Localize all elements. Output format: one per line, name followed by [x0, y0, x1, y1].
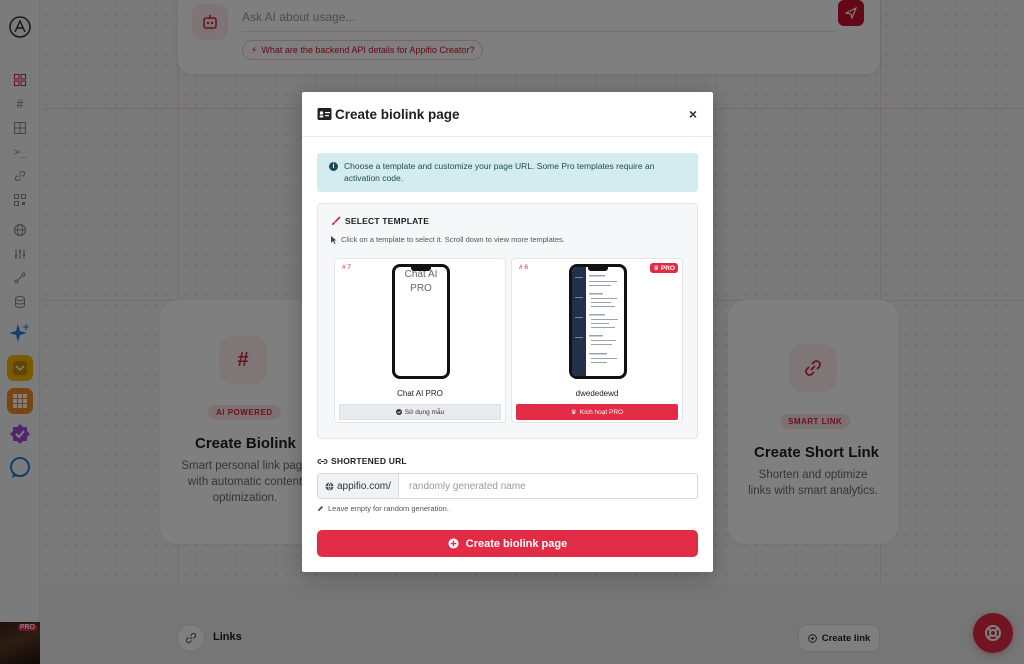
template-name: Chat AI PRO: [397, 389, 443, 398]
modal-title: Create biolink page: [335, 107, 460, 122]
preview-content: [575, 275, 618, 363]
info-icon: i: [329, 162, 338, 171]
use-template-label: Sử dụng mẫu: [404, 408, 445, 416]
url-heading-text: SHORTENED URL: [331, 456, 407, 466]
pro-badge: ♛ PRO: [650, 263, 678, 273]
template-name: dwededewd: [575, 389, 619, 398]
template-heading: SELECT TEMPLATE: [331, 216, 429, 226]
template-number: # 6: [519, 264, 529, 271]
template-card[interactable]: # 6 ♛ PRO dwededewd ♛ Kích hoạt PRO: [511, 258, 683, 423]
preview-alt-text: Chat AI PRO: [404, 269, 438, 294]
phone-notch: [588, 267, 608, 271]
template-preview: [569, 264, 627, 379]
link-icon: [317, 458, 328, 464]
url-prefix: appifio.com/: [318, 474, 399, 498]
url-hint: Leave empty for random generation.: [317, 504, 449, 513]
check-circle-icon: [395, 409, 402, 415]
globe-icon: [325, 481, 334, 491]
url-slug-input[interactable]: [400, 474, 697, 498]
template-number: # 7: [342, 264, 352, 271]
template-hint-text: Click on a template to select it. Scroll…: [341, 235, 565, 244]
url-input-group: appifio.com/: [317, 473, 698, 499]
activate-pro-label: Kích hoạt PRO: [579, 408, 624, 416]
template-hint: Click on a template to select it. Scroll…: [331, 235, 565, 244]
pro-badge-label: PRO: [660, 265, 675, 272]
template-heading-text: SELECT TEMPLATE: [345, 216, 430, 226]
activate-pro-button[interactable]: ♛ Kích hoạt PRO: [516, 404, 678, 420]
id-card-icon: [317, 108, 332, 120]
brush-icon: [332, 216, 341, 225]
template-card[interactable]: # 7 Chat AI PRO Chat AI PRO Sử dụng mẫu: [334, 258, 506, 423]
modal-header: Create biolink page ×: [302, 92, 713, 137]
create-biolink-modal: Create biolink page × i Choose a templat…: [302, 92, 713, 572]
url-prefix-text: appifio.com/: [337, 480, 391, 492]
template-preview: Chat AI PRO: [392, 264, 450, 379]
close-icon[interactable]: ×: [686, 107, 700, 121]
template-selector: SELECT TEMPLATE Click on a template to s…: [317, 203, 698, 439]
create-biolink-label: Create biolink page: [465, 537, 568, 550]
info-text: Choose a template and customize your pag…: [344, 161, 655, 183]
use-template-button[interactable]: Sử dụng mẫu: [339, 404, 501, 420]
crown-icon: ♛: [570, 409, 577, 416]
pointer-icon: [331, 235, 337, 244]
pencil-icon: [317, 505, 324, 512]
info-alert: i Choose a template and customize your p…: [317, 153, 698, 192]
plus-circle-icon: [448, 538, 459, 549]
phone-notch: [411, 267, 431, 271]
create-biolink-button[interactable]: Create biolink page: [317, 530, 698, 557]
url-hint-text: Leave empty for random generation.: [328, 504, 449, 513]
url-heading: SHORTENED URL: [317, 456, 407, 466]
